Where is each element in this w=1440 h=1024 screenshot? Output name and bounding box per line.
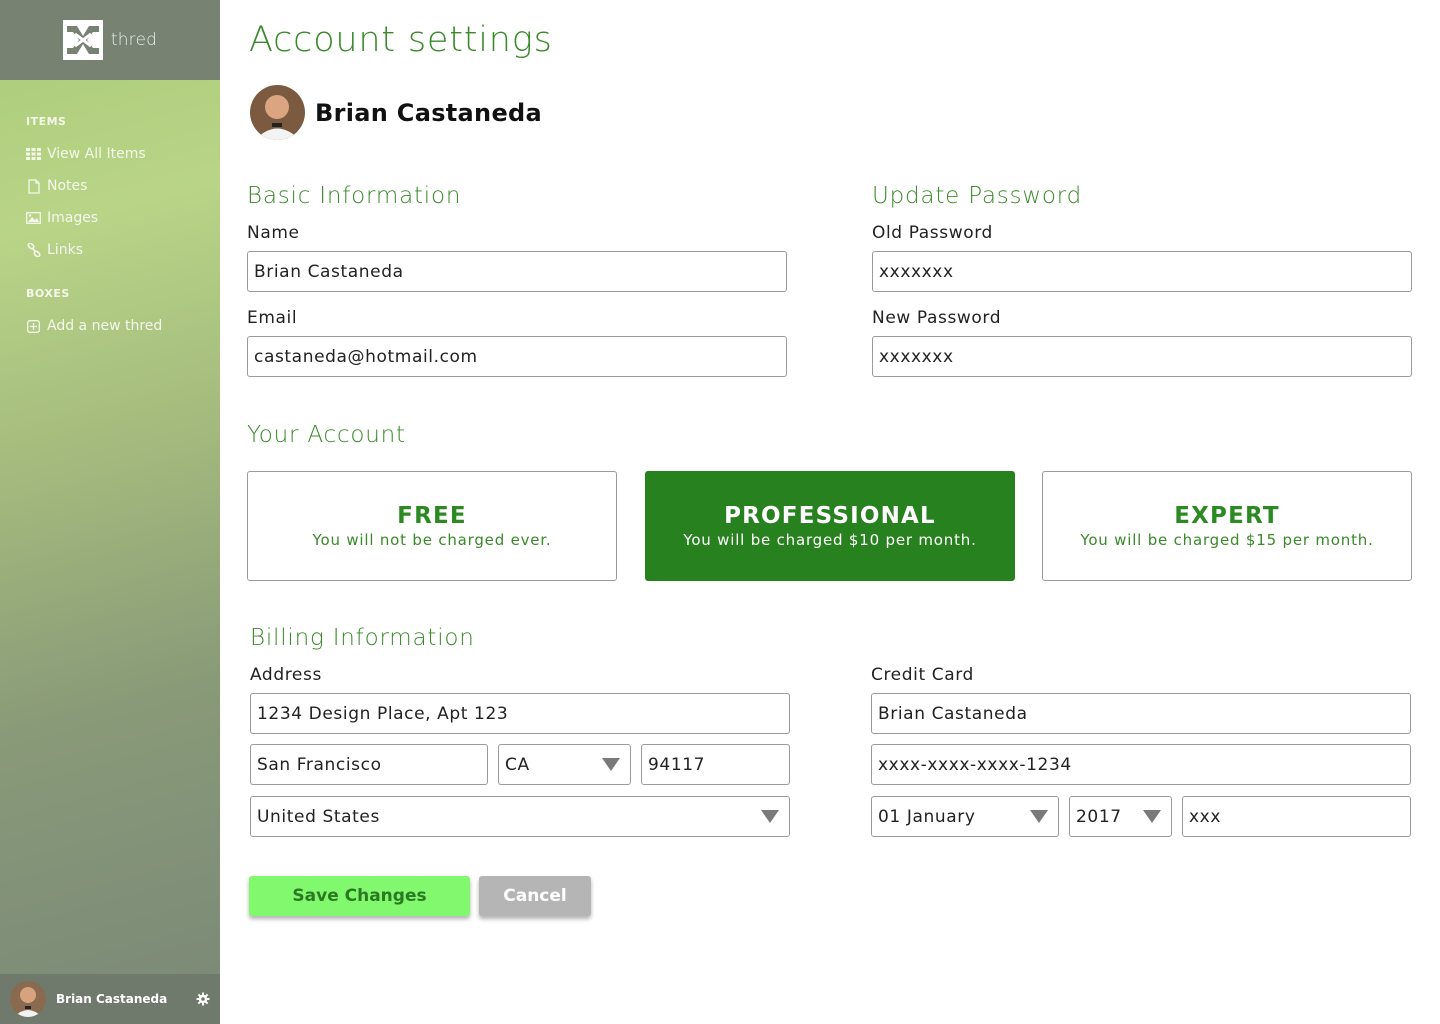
sidebar-item-add-thred[interactable]: Add a new thred	[26, 318, 162, 334]
main-content: Account settings Brian Castaneda Basic I…	[220, 0, 1440, 1024]
image-icon	[26, 211, 41, 226]
address-label: Address	[250, 665, 322, 685]
zip-field[interactable]	[641, 744, 790, 785]
sidebar-item-view-all-items[interactable]: View All Items	[26, 146, 146, 162]
card-name-field[interactable]	[871, 693, 1411, 734]
sidebar-item-label: Add a new thred	[47, 318, 163, 334]
old-password-label: Old Password	[872, 223, 993, 243]
new-password-field[interactable]	[872, 336, 1412, 377]
plan-name: FREE	[397, 503, 467, 529]
chevron-down-icon	[1030, 810, 1048, 823]
plan-description: You will not be charged ever.	[312, 531, 552, 549]
plan-expert-card[interactable]: EXPERT You will be charged $15 per month…	[1042, 471, 1412, 581]
sidebar-user-footer: Brian Castaneda	[0, 974, 220, 1024]
state-select[interactable]: CA	[498, 744, 631, 785]
expiry-month-select[interactable]: 01 January	[871, 796, 1059, 837]
update-password-title: Update Password	[872, 183, 1083, 209]
plan-description: You will be charged $10 per month.	[683, 531, 977, 549]
old-password-field[interactable]	[872, 251, 1412, 292]
expiry-month-value: 01 January	[878, 806, 976, 827]
app-name: thred	[110, 30, 158, 50]
plan-free-card[interactable]: FREE You will not be charged ever.	[247, 471, 617, 581]
sidebar-item-images[interactable]: Images	[26, 210, 98, 226]
footer-user-name: Brian Castaneda	[56, 992, 168, 1006]
new-password-label: New Password	[872, 308, 1002, 328]
link-icon	[26, 243, 41, 258]
sidebar: thred ITEMS View All Items Notes Images …	[0, 0, 220, 1024]
expiry-year-select[interactable]: 2017	[1069, 796, 1172, 837]
sidebar-section-boxes: BOXES	[26, 287, 70, 300]
sidebar-section-items: ITEMS	[26, 115, 67, 128]
sidebar-item-label: View All Items	[47, 146, 146, 162]
profile-header: Brian Castaneda	[250, 85, 542, 140]
avatar[interactable]	[10, 981, 46, 1017]
cancel-button[interactable]: Cancel	[479, 876, 591, 916]
page-title: Account settings	[249, 20, 553, 60]
country-value: United States	[257, 806, 380, 827]
street-address-field[interactable]	[250, 693, 790, 734]
grid-icon	[26, 147, 41, 162]
credit-card-label: Credit Card	[871, 665, 974, 685]
name-label: Name	[247, 223, 300, 243]
plan-description: You will be charged $15 per month.	[1080, 531, 1374, 549]
gear-icon[interactable]	[196, 992, 210, 1006]
sidebar-item-label: Notes	[47, 178, 88, 194]
expiry-year-value: 2017	[1076, 806, 1122, 827]
avatar[interactable]	[250, 85, 305, 140]
sidebar-item-label: Links	[47, 242, 83, 258]
document-icon	[26, 178, 41, 194]
city-field[interactable]	[250, 744, 488, 785]
sidebar-header: thred	[0, 0, 220, 80]
thred-logo-icon[interactable]	[62, 20, 103, 60]
profile-name: Brian Castaneda	[315, 98, 542, 127]
sidebar-item-label: Images	[47, 210, 99, 226]
save-changes-button[interactable]: Save Changes	[249, 876, 470, 916]
card-number-field[interactable]	[871, 744, 1411, 785]
cvv-field[interactable]	[1182, 796, 1411, 837]
email-field[interactable]	[247, 336, 787, 377]
plus-square-icon	[26, 319, 41, 334]
billing-info-title: Billing Information	[250, 625, 475, 651]
chevron-down-icon	[1143, 810, 1161, 823]
sidebar-item-links[interactable]: Links	[26, 242, 83, 258]
plan-professional-card[interactable]: PROFESSIONAL You will be charged $10 per…	[645, 471, 1015, 581]
chevron-down-icon	[761, 810, 779, 823]
basic-info-title: Basic Information	[247, 183, 462, 209]
your-account-title: Your Account	[247, 422, 406, 448]
plan-name: PROFESSIONAL	[724, 503, 936, 529]
state-value: CA	[505, 754, 530, 775]
chevron-down-icon	[602, 758, 620, 771]
plan-name: EXPERT	[1174, 503, 1280, 529]
country-select[interactable]: United States	[250, 796, 790, 837]
email-label: Email	[247, 308, 298, 328]
sidebar-item-notes[interactable]: Notes	[26, 178, 87, 194]
name-field[interactable]	[247, 251, 787, 292]
